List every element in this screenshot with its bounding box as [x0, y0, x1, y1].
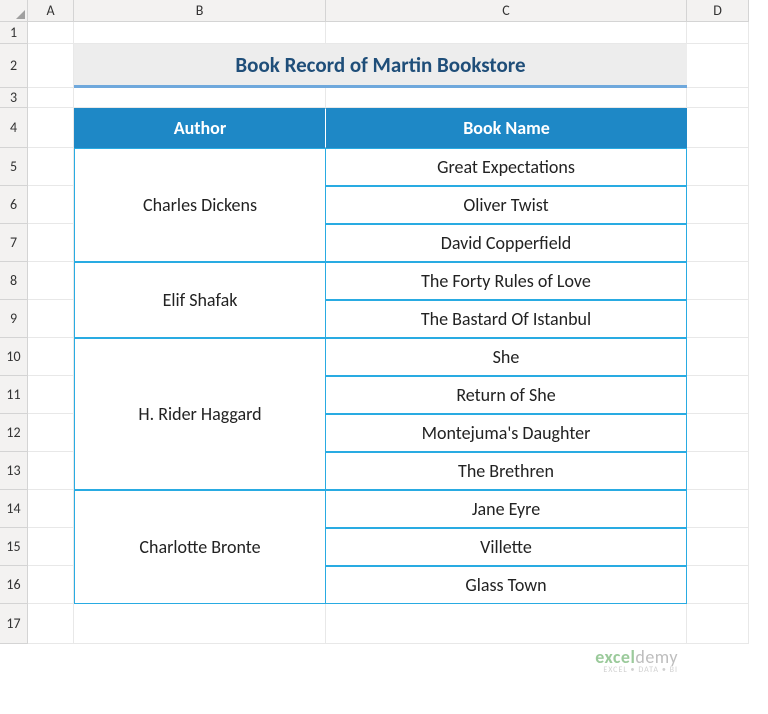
- cell[interactable]: [687, 88, 749, 108]
- cell[interactable]: [687, 452, 749, 490]
- cell[interactable]: [74, 88, 326, 108]
- cell[interactable]: [28, 224, 74, 262]
- cell[interactable]: [687, 186, 749, 224]
- cell[interactable]: [28, 88, 74, 108]
- cell[interactable]: [28, 528, 74, 566]
- cell[interactable]: [687, 528, 749, 566]
- row-header[interactable]: 2: [0, 44, 28, 88]
- row-header[interactable]: 11: [0, 376, 28, 414]
- cell[interactable]: [687, 490, 749, 528]
- col-header-B[interactable]: B: [74, 0, 326, 22]
- cell[interactable]: [28, 300, 74, 338]
- cell[interactable]: [28, 452, 74, 490]
- cell[interactable]: [687, 566, 749, 604]
- cell[interactable]: [74, 604, 326, 644]
- row-header[interactable]: 7: [0, 224, 28, 262]
- cell[interactable]: [28, 414, 74, 452]
- book-cell[interactable]: Return of She: [326, 376, 687, 414]
- row-header[interactable]: 15: [0, 528, 28, 566]
- cell[interactable]: [687, 148, 749, 186]
- cell[interactable]: [326, 88, 687, 108]
- book-cell[interactable]: Montejuma's Daughter: [326, 414, 687, 452]
- cell[interactable]: [687, 22, 749, 44]
- row-header[interactable]: 9: [0, 300, 28, 338]
- cell[interactable]: [687, 300, 749, 338]
- cell[interactable]: [687, 604, 749, 644]
- table-header-book[interactable]: Book Name: [326, 108, 687, 148]
- col-header-D[interactable]: D: [687, 0, 749, 22]
- row-header[interactable]: 5: [0, 148, 28, 186]
- author-cell[interactable]: H. Rider Haggard: [74, 338, 326, 490]
- cell[interactable]: [28, 566, 74, 604]
- cell[interactable]: [687, 262, 749, 300]
- book-cell[interactable]: Great Expectations: [326, 148, 687, 186]
- cell[interactable]: [28, 262, 74, 300]
- cell[interactable]: [28, 22, 74, 44]
- spreadsheet-grid: A B C D 1 2 3 4 5 6 7 8 9 10 11 12 13 14…: [0, 0, 768, 644]
- author-cell[interactable]: Elif Shafak: [74, 262, 326, 338]
- book-cell[interactable]: Oliver Twist: [326, 186, 687, 224]
- book-cell[interactable]: The Bastard Of Istanbul: [326, 300, 687, 338]
- row-header[interactable]: 4: [0, 108, 28, 148]
- table-header-author[interactable]: Author: [74, 108, 326, 148]
- cell[interactable]: [326, 22, 687, 44]
- cell[interactable]: [28, 338, 74, 376]
- cell[interactable]: [687, 224, 749, 262]
- cell[interactable]: [326, 604, 687, 644]
- cell[interactable]: [74, 22, 326, 44]
- book-cell[interactable]: She: [326, 338, 687, 376]
- cell[interactable]: [28, 108, 74, 148]
- cell[interactable]: [28, 490, 74, 528]
- author-cell[interactable]: Charles Dickens: [74, 148, 326, 262]
- cell[interactable]: [687, 338, 749, 376]
- cell[interactable]: [687, 44, 749, 88]
- cell[interactable]: [28, 148, 74, 186]
- row-header[interactable]: 10: [0, 338, 28, 376]
- book-cell[interactable]: Jane Eyre: [326, 490, 687, 528]
- select-all-corner[interactable]: [0, 0, 28, 22]
- book-cell[interactable]: The Forty Rules of Love: [326, 262, 687, 300]
- row-header[interactable]: 13: [0, 452, 28, 490]
- cell[interactable]: [28, 186, 74, 224]
- col-header-A[interactable]: A: [28, 0, 74, 22]
- cell[interactable]: [28, 604, 74, 644]
- col-header-C[interactable]: C: [326, 0, 687, 22]
- row-header[interactable]: 1: [0, 22, 28, 44]
- cell[interactable]: [687, 376, 749, 414]
- row-header[interactable]: 12: [0, 414, 28, 452]
- cell[interactable]: [28, 376, 74, 414]
- book-cell[interactable]: Villette: [326, 528, 687, 566]
- watermark: exceldemy EXCEL • DATA • BI: [595, 648, 678, 674]
- cell[interactable]: [687, 108, 749, 148]
- row-header[interactable]: 14: [0, 490, 28, 528]
- book-cell[interactable]: Glass Town: [326, 566, 687, 604]
- page-title[interactable]: Book Record of Martin Bookstore: [74, 44, 687, 88]
- row-header[interactable]: 8: [0, 262, 28, 300]
- author-cell[interactable]: Charlotte Bronte: [74, 490, 326, 604]
- cell[interactable]: [28, 44, 74, 88]
- book-cell[interactable]: The Brethren: [326, 452, 687, 490]
- book-cell[interactable]: David Copperfield: [326, 224, 687, 262]
- row-header[interactable]: 17: [0, 604, 28, 644]
- cell[interactable]: [687, 414, 749, 452]
- row-header[interactable]: 16: [0, 566, 28, 604]
- row-header[interactable]: 3: [0, 88, 28, 108]
- row-header[interactable]: 6: [0, 186, 28, 224]
